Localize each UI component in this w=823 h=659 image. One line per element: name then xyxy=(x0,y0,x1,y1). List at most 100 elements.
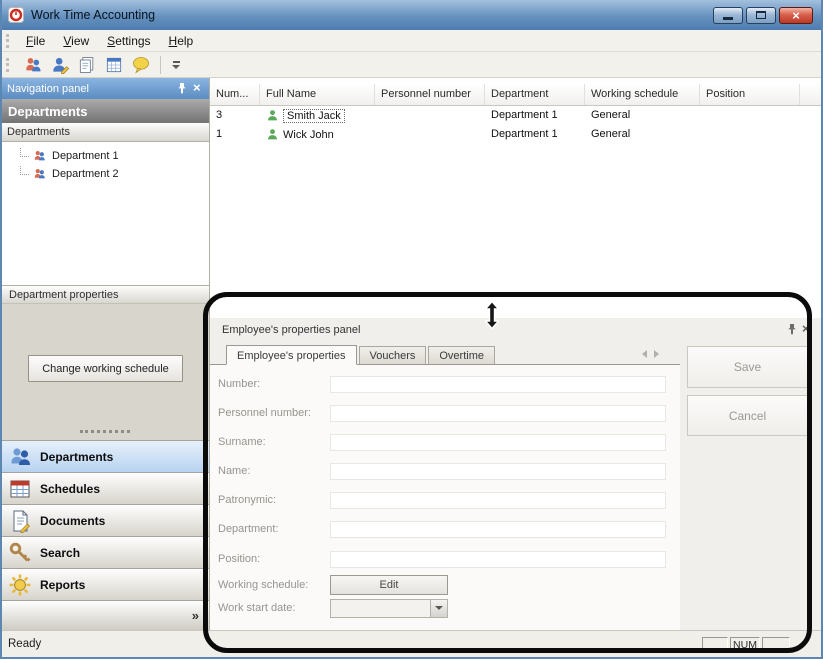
employee-panel-caption: Employee's properties panel × xyxy=(210,318,823,342)
cell-department: Department 1 xyxy=(485,125,585,144)
chevron-down-icon[interactable] xyxy=(430,600,447,617)
surname-field[interactable] xyxy=(330,434,666,451)
selected-employee-name: Smith Jack xyxy=(283,109,345,123)
tree-item-department-2[interactable]: Department 2 xyxy=(20,165,209,183)
form-row-personnel-number: Personnel number: xyxy=(218,404,666,422)
status-pane-scrl xyxy=(762,637,790,653)
reports-icon xyxy=(8,573,32,597)
tree-elbow xyxy=(20,148,29,157)
menu-view[interactable]: View xyxy=(54,31,98,51)
departments-tree: Department 1 Department 2 xyxy=(0,142,209,285)
toolbar-grip xyxy=(6,58,9,72)
form-row-position: Position: xyxy=(218,550,666,568)
schedule-toolbar-icon[interactable] xyxy=(103,54,125,76)
form-row-number: Number: xyxy=(218,375,666,393)
tree-elbow xyxy=(20,166,29,175)
save-button[interactable]: Save xyxy=(687,346,808,388)
number-field[interactable] xyxy=(330,376,666,393)
column-header-full-name[interactable]: Full Name xyxy=(260,84,375,105)
splitter-handle[interactable] xyxy=(80,430,130,433)
sidebar-item-label: Documents xyxy=(40,514,105,528)
position-label: Position: xyxy=(218,553,330,565)
employee-toolbar-icon[interactable] xyxy=(49,54,71,76)
navigation-panel-caption: Navigation panel × xyxy=(0,78,209,99)
toolbar-separator xyxy=(160,56,161,74)
number-label: Number: xyxy=(218,378,330,390)
column-header-personnel-number[interactable]: Personnel number xyxy=(375,84,485,105)
sidebar-footer: » xyxy=(0,600,209,630)
tab-scroll-right-icon[interactable] xyxy=(654,350,659,358)
documents-icon xyxy=(8,509,32,533)
toolbar xyxy=(0,52,823,78)
name-field[interactable] xyxy=(330,463,666,480)
menu-settings[interactable]: Settings xyxy=(98,31,159,51)
sidebar-item-search[interactable]: Search xyxy=(0,536,209,568)
personnel-number-field[interactable] xyxy=(330,405,666,422)
close-panel-icon[interactable]: × xyxy=(802,321,810,336)
maximize-button[interactable] xyxy=(746,7,776,24)
tree-item-department-1[interactable]: Department 1 xyxy=(20,147,209,165)
schedules-icon xyxy=(8,477,32,501)
close-panel-icon[interactable]: × xyxy=(193,80,201,95)
cell-position xyxy=(700,106,800,125)
tab-employees-properties[interactable]: Employee's properties xyxy=(226,345,357,365)
pin-icon[interactable] xyxy=(786,323,798,335)
column-header-department[interactable]: Department xyxy=(485,84,585,105)
sidebar-item-schedules[interactable]: Schedules xyxy=(0,472,209,504)
minimize-icon xyxy=(723,17,733,20)
toolbar-overflow-icon[interactable] xyxy=(169,55,183,75)
change-working-schedule-button[interactable]: Change working schedule xyxy=(28,355,183,382)
sidebar-item-departments[interactable]: Departments xyxy=(0,440,209,472)
edit-working-schedule-button[interactable]: Edit xyxy=(330,575,448,595)
menu-help[interactable]: Help xyxy=(160,31,203,51)
pin-icon[interactable] xyxy=(176,82,188,94)
position-field[interactable] xyxy=(330,551,666,568)
departments-toolbar-icon[interactable] xyxy=(22,54,44,76)
column-header-working-schedule[interactable]: Working schedule xyxy=(585,84,700,105)
sidebar-item-label: Reports xyxy=(40,578,85,592)
minimize-button[interactable] xyxy=(713,7,743,24)
status-pane-num: NUM xyxy=(730,637,760,653)
employee-properties-panel: Employee's properties panel × Employee's… xyxy=(210,318,823,630)
cell-personnel-number xyxy=(375,106,485,125)
patronymic-field[interactable] xyxy=(330,492,666,509)
documents-toolbar-icon[interactable] xyxy=(76,54,98,76)
sidebar-item-documents[interactable]: Documents xyxy=(0,504,209,536)
tab-vouchers[interactable]: Vouchers xyxy=(359,346,427,364)
cell-personnel-number xyxy=(375,125,485,144)
help-toolbar-icon[interactable] xyxy=(130,54,152,76)
form-row-name: Name: xyxy=(218,462,666,480)
form-row-working-schedule: Working schedule: Edit xyxy=(218,576,448,594)
form-row-surname: Surname: xyxy=(218,433,666,451)
patronymic-label: Patronymic: xyxy=(218,494,330,506)
close-button[interactable]: × xyxy=(779,7,813,24)
department-field[interactable] xyxy=(330,521,666,538)
sidebar-item-reports[interactable]: Reports xyxy=(0,568,209,600)
tab-overtime[interactable]: Overtime xyxy=(428,346,495,364)
tree-item-label: Department 1 xyxy=(52,150,119,162)
menu-file[interactable]: File xyxy=(17,31,54,51)
status-message: Ready xyxy=(8,638,41,650)
surname-label: Surname: xyxy=(218,436,330,448)
sidebar-overflow-icon[interactable]: » xyxy=(192,608,199,623)
tab-scroll-left-icon[interactable] xyxy=(642,350,647,358)
name-label: Name: xyxy=(218,465,330,477)
form-row-department: Department: xyxy=(218,520,666,538)
cell-num: 3 xyxy=(210,106,260,125)
table-row[interactable]: 1 Wick John Department 1 General xyxy=(210,125,823,144)
column-header-position[interactable]: Position xyxy=(700,84,800,105)
navigation-panel: Navigation panel × Departments Departmen… xyxy=(0,78,210,630)
cell-working-schedule: General xyxy=(585,106,700,125)
app-window: Work Time Accounting × File View Setting… xyxy=(0,0,823,659)
tree-item-label: Department 2 xyxy=(52,168,119,180)
tab-scroll-controls xyxy=(642,350,659,358)
work-start-date-combobox[interactable] xyxy=(330,599,448,618)
title-bar[interactable]: Work Time Accounting × xyxy=(0,0,823,30)
cancel-button[interactable]: Cancel xyxy=(687,395,808,436)
table-header: Num... Full Name Personnel number Depart… xyxy=(210,84,823,106)
cell-full-name: Smith Jack xyxy=(260,106,375,125)
table-row[interactable]: 3 Smith Jack Department 1 General xyxy=(210,106,823,125)
employee-icon xyxy=(266,128,280,142)
status-bar: Ready NUM xyxy=(0,630,823,659)
column-header-num[interactable]: Num... xyxy=(210,84,260,105)
